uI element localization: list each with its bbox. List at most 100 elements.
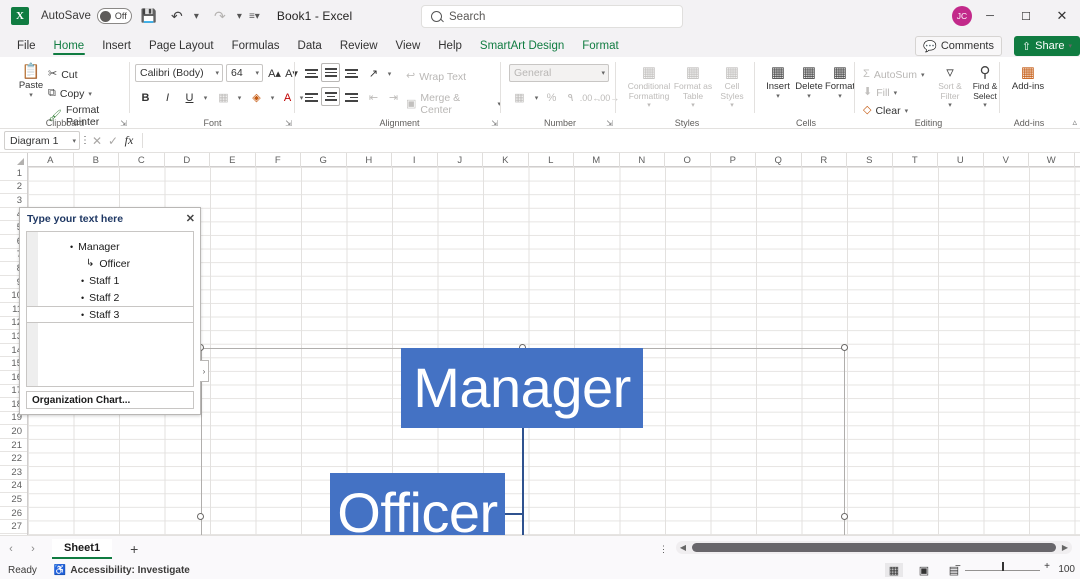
column-header-K[interactable]: K	[483, 153, 529, 167]
column-header-T[interactable]: T	[893, 153, 938, 167]
insert-cells-button[interactable]: ▦ Insert ▾	[761, 64, 795, 100]
column-header-J[interactable]: J	[438, 153, 483, 167]
row-header-23[interactable]: 23	[0, 466, 27, 480]
align-center-button[interactable]	[321, 87, 340, 106]
maximize-button[interactable]: ☐	[1008, 0, 1044, 32]
row-header-25[interactable]: 25	[0, 493, 27, 507]
row-header-2[interactable]: 2	[0, 181, 27, 195]
scroll-left-icon[interactable]: ◀	[676, 543, 690, 552]
smartart-text-pane[interactable]: Type your text here ✕ • Manager ↳ Office…	[19, 207, 209, 415]
bold-button[interactable]: B	[136, 88, 155, 107]
clear-button[interactable]: ◇ Clear ▾	[863, 102, 908, 119]
column-header-D[interactable]: D	[165, 153, 210, 167]
zoom-level[interactable]: 100	[1058, 564, 1075, 575]
undo-dropdown-icon[interactable]: ▾	[190, 5, 203, 27]
horizontal-scrollbar[interactable]: ◀ ▶	[676, 541, 1072, 554]
italic-button[interactable]: I	[158, 88, 177, 107]
find-select-button[interactable]: ⚲ Find & Select ▾	[967, 64, 1003, 109]
column-header-O[interactable]: O	[665, 153, 711, 167]
tab-data[interactable]: Data	[289, 38, 331, 57]
smartart-handle-w[interactable]	[197, 513, 204, 520]
text-pane-item-manager[interactable]: • Manager	[38, 238, 193, 255]
minimize-button[interactable]: ─	[972, 0, 1008, 32]
autosave-toggle[interactable]: AutoSave Off	[41, 8, 132, 24]
name-box-menu-icon[interactable]: ⋮	[80, 135, 90, 146]
paste-button[interactable]: 📋 Paste ▾	[14, 63, 48, 99]
accessibility-status[interactable]: ♿ Accessibility: Investigate	[54, 565, 190, 576]
format-cells-button[interactable]: ▦ Format ▾	[823, 64, 857, 100]
cut-button[interactable]: ✂ Cut	[48, 66, 78, 83]
comments-button[interactable]: 💬 Comments	[915, 36, 1002, 56]
column-header-P[interactable]: P	[711, 153, 756, 167]
column-header-E[interactable]: E	[210, 153, 256, 167]
align-left-button[interactable]	[302, 88, 321, 107]
text-pane-item-staff-2[interactable]: • Staff 2	[38, 289, 193, 306]
underline-dropdown-icon[interactable]: ▾	[196, 88, 215, 107]
avatar[interactable]: JC	[952, 6, 972, 26]
zoom-out-button[interactable]: −	[955, 561, 961, 572]
tab-file[interactable]: File	[8, 38, 45, 57]
row-header-22[interactable]: 22	[0, 452, 27, 467]
alignment-dialog-launcher[interactable]: ⇲	[491, 119, 498, 128]
column-header-R[interactable]: R	[802, 153, 847, 167]
align-middle-button[interactable]	[321, 63, 340, 82]
tab-smartart-design[interactable]: SmartArt Design	[471, 38, 573, 57]
collapse-ribbon-icon[interactable]: ▵	[1072, 117, 1077, 128]
smartart-handle-e[interactable]	[841, 513, 848, 520]
node-manager[interactable]: Manager	[401, 348, 643, 428]
row-header-1[interactable]: 1	[0, 167, 27, 181]
name-box[interactable]: Diagram 1 ▾	[4, 131, 80, 150]
column-header-V[interactable]: V	[984, 153, 1029, 167]
tab-help[interactable]: Help	[429, 38, 471, 57]
scroll-options-icon[interactable]: ⋮	[659, 544, 668, 555]
page-layout-view-icon[interactable]: ▣	[915, 563, 933, 577]
align-top-button[interactable]	[302, 64, 321, 83]
column-header-N[interactable]: N	[620, 153, 665, 167]
row-header-3[interactable]: 3	[0, 194, 27, 208]
column-header-L[interactable]: L	[529, 153, 574, 167]
column-header-S[interactable]: S	[847, 153, 893, 167]
row-header-26[interactable]: 26	[0, 507, 27, 521]
sheet-tab-sheet1[interactable]: Sheet1	[52, 538, 113, 559]
column-header-C[interactable]: C	[119, 153, 165, 167]
autosave-switch[interactable]: Off	[96, 8, 132, 24]
chevron-right-icon[interactable]: ›	[200, 360, 209, 382]
tab-home[interactable]: Home	[45, 38, 94, 57]
column-header-Q[interactable]: Q	[756, 153, 802, 167]
previous-sheet-icon[interactable]: ‹	[0, 543, 22, 555]
column-header-I[interactable]: I	[392, 153, 438, 167]
text-pane-body[interactable]: • Manager ↳ Officer • Staff 1 • Staff 2 …	[26, 231, 194, 387]
column-header-A[interactable]: A	[28, 153, 74, 167]
insert-function-icon[interactable]: fx	[121, 133, 137, 148]
column-header-U[interactable]: U	[938, 153, 984, 167]
row-header-21[interactable]: 21	[0, 439, 27, 453]
add-sheet-button[interactable]: +	[130, 541, 138, 557]
next-sheet-icon[interactable]: ›	[22, 543, 44, 555]
orientation-dropdown-icon[interactable]: ▾	[380, 64, 399, 83]
select-all-button[interactable]	[0, 153, 28, 167]
normal-view-icon[interactable]: ▦	[885, 563, 903, 577]
text-pane-item-staff-1[interactable]: • Staff 1	[38, 272, 193, 289]
align-bottom-button[interactable]	[342, 64, 361, 83]
horizontal-scroll-thumb[interactable]	[692, 543, 1056, 552]
tab-view[interactable]: View	[387, 38, 430, 57]
row-header-24[interactable]: 24	[0, 480, 27, 494]
row-header-20[interactable]: 20	[0, 425, 27, 439]
font-name-select[interactable]: Calibri (Body) ▾	[135, 64, 223, 82]
smartart-handle-ne[interactable]	[841, 344, 848, 351]
scroll-right-icon[interactable]: ▶	[1058, 543, 1072, 552]
row-header-27[interactable]: 27	[0, 520, 27, 535]
column-header-H[interactable]: H	[347, 153, 392, 167]
tab-page-layout[interactable]: Page Layout	[140, 38, 223, 57]
close-button[interactable]: ✕	[1044, 0, 1080, 32]
zoom-thumb[interactable]	[1002, 562, 1004, 571]
zoom-slider[interactable]: − +	[955, 561, 1050, 574]
text-pane-item-officer[interactable]: ↳ Officer	[38, 255, 193, 272]
save-icon[interactable]: 💾	[138, 5, 160, 27]
text-pane-item-staff-3[interactable]: • Staff 3	[27, 306, 193, 323]
search-input[interactable]: Search	[421, 5, 683, 28]
delete-cells-button[interactable]: ▦ Delete ▾	[792, 64, 826, 100]
tab-insert[interactable]: Insert	[93, 38, 140, 57]
undo-icon[interactable]: ↶	[166, 5, 188, 27]
column-header-M[interactable]: M	[574, 153, 620, 167]
